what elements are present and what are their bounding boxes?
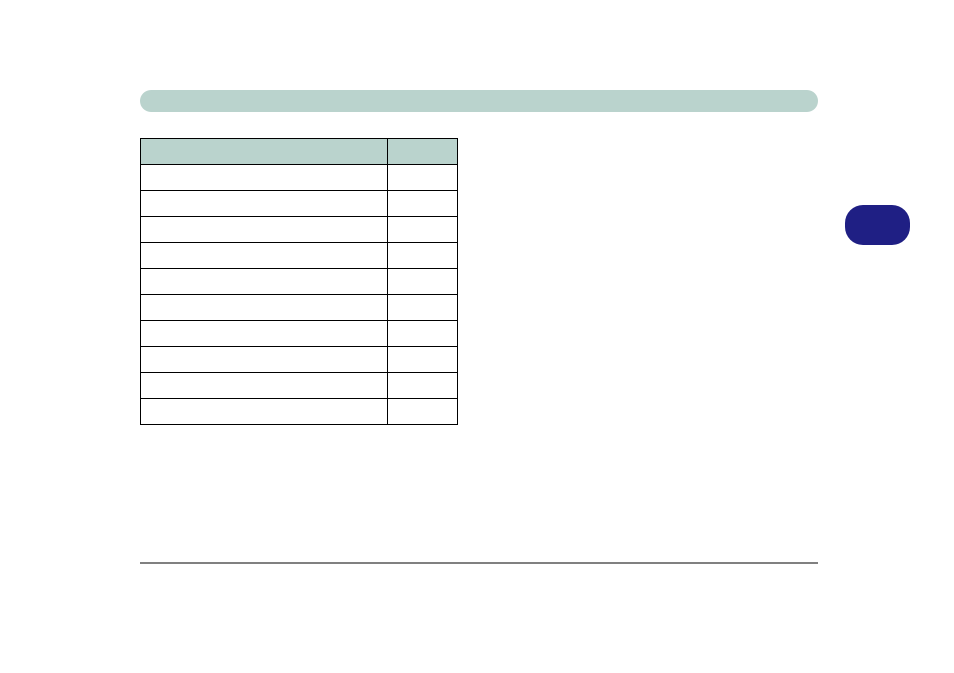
table-cell <box>388 191 458 217</box>
table-cell <box>388 321 458 347</box>
table-cell <box>141 373 388 399</box>
page-tab <box>845 205 910 245</box>
data-table <box>140 138 458 425</box>
table-cell <box>388 243 458 269</box>
table-row <box>141 165 458 191</box>
section-header-bar <box>140 90 818 112</box>
table-cell <box>141 269 388 295</box>
table-header-b <box>388 139 458 165</box>
table-row <box>141 347 458 373</box>
table-cell <box>388 347 458 373</box>
table-row <box>141 191 458 217</box>
table-cell <box>141 217 388 243</box>
table-cell <box>141 321 388 347</box>
horizontal-rule <box>140 562 818 564</box>
table-cell <box>141 191 388 217</box>
table-cell <box>388 165 458 191</box>
table-cell <box>388 373 458 399</box>
table-header-a <box>141 139 388 165</box>
table-row <box>141 373 458 399</box>
table-cell <box>388 295 458 321</box>
table-cell <box>141 243 388 269</box>
table-row <box>141 217 458 243</box>
table-cell <box>388 399 458 425</box>
page <box>0 0 954 673</box>
table-header-row <box>141 139 458 165</box>
table-cell <box>141 347 388 373</box>
table-row <box>141 295 458 321</box>
table-cell <box>388 217 458 243</box>
table-cell <box>141 165 388 191</box>
table-row <box>141 399 458 425</box>
table-row <box>141 269 458 295</box>
table-row <box>141 321 458 347</box>
table-row <box>141 243 458 269</box>
table-cell <box>388 269 458 295</box>
table-cell <box>141 295 388 321</box>
table-cell <box>141 399 388 425</box>
